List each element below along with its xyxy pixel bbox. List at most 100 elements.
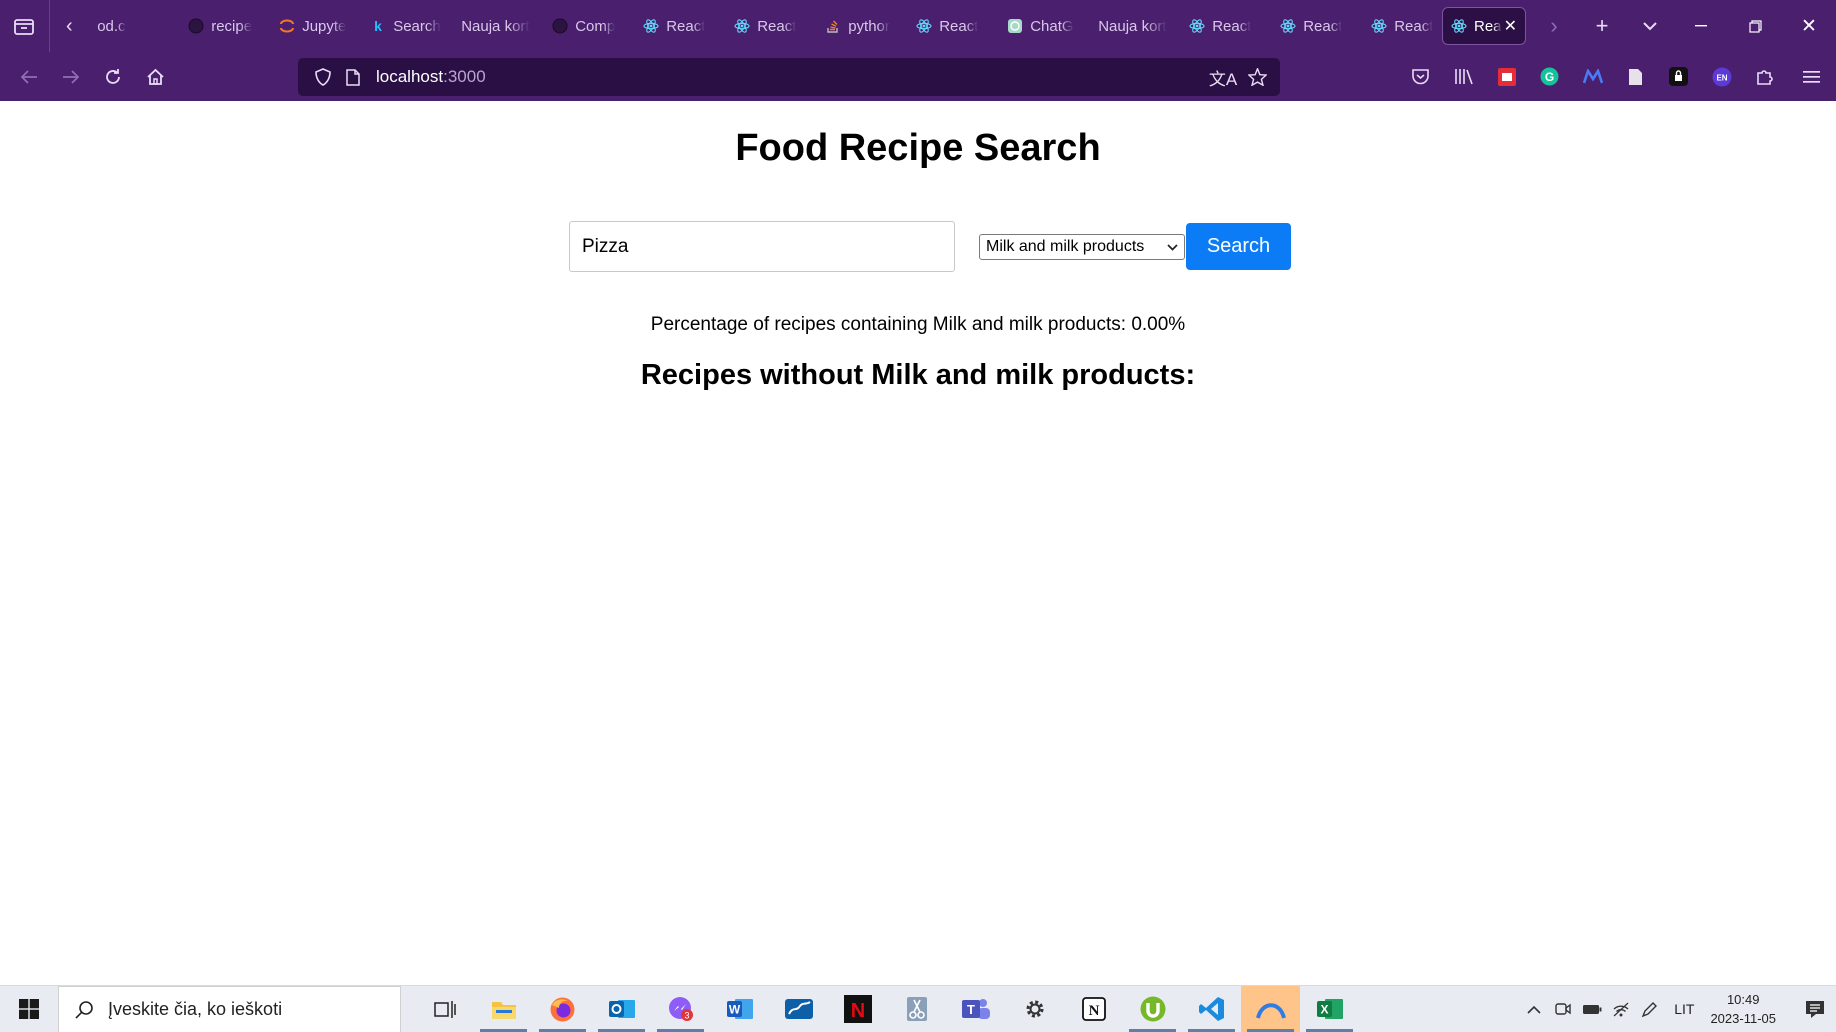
battery-icon[interactable] <box>1577 1004 1606 1015</box>
extension-button[interactable] <box>1614 57 1657 97</box>
scroll-tabs-left-button[interactable]: ‹ <box>50 0 90 52</box>
translate-icon[interactable]: 文A <box>1206 65 1240 90</box>
tab-label: React <box>666 17 706 35</box>
wifi-icon[interactable] <box>1606 1002 1635 1017</box>
extension-button[interactable] <box>1571 57 1614 97</box>
pocket-button[interactable] <box>1399 57 1442 97</box>
taskbar-settings[interactable] <box>1005 986 1064 1032</box>
tab-label: React <box>939 17 979 35</box>
selected-category: Milk and milk products <box>986 238 1145 255</box>
arrow-right-icon <box>63 69 80 84</box>
tab[interactable]: od.c <box>89 7 180 45</box>
taskbar-firefox[interactable] <box>533 986 592 1032</box>
extension-button[interactable]: EN <box>1700 57 1743 97</box>
clock-date: 2023-11-05 <box>1710 1011 1776 1026</box>
browser-tab-strip: ‹ od.c recipe Jupyte k Search Nauja kort Comp R… <box>0 0 1836 52</box>
restore-window-button[interactable] <box>1728 0 1782 52</box>
recipe-search-input[interactable] <box>569 221 955 272</box>
tab-label: React <box>757 17 797 35</box>
tracking-protection-icon[interactable] <box>308 68 338 86</box>
tab[interactable]: Jupyte <box>271 7 362 45</box>
svg-text:T: T <box>967 1002 975 1017</box>
svg-text:N: N <box>1088 1003 1099 1019</box>
taskbar-utorrent[interactable] <box>1123 986 1182 1032</box>
taskbar-messenger[interactable]: 3 <box>651 986 710 1032</box>
taskbar-vscode[interactable] <box>1182 986 1241 1032</box>
extensions-button[interactable] <box>1743 57 1786 97</box>
k-icon: k <box>370 18 386 34</box>
tab-active[interactable]: Rea ✕ <box>1442 7 1526 45</box>
folder-icon <box>491 1001 516 1019</box>
meet-now-icon[interactable] <box>1548 1002 1577 1016</box>
forward-button[interactable] <box>50 57 92 97</box>
svg-text:EN: EN <box>1716 73 1727 82</box>
tab[interactable]: React <box>1363 7 1442 45</box>
bookmark-star-icon[interactable] <box>1240 68 1274 86</box>
taskbar-snipping-tool[interactable] <box>887 986 946 1032</box>
app-menu-button[interactable] <box>1786 57 1836 97</box>
github-icon <box>188 18 204 34</box>
taskbar-search-box[interactable]: Įveskite čia, ko ieškoti <box>58 985 401 1032</box>
close-tab-icon[interactable]: ✕ <box>1504 16 1517 36</box>
taskbar-excel[interactable]: X <box>1300 986 1359 1032</box>
taskbar-netflix[interactable]: N <box>828 986 887 1032</box>
notification-center-button[interactable] <box>1794 1000 1836 1019</box>
tab[interactable]: recipe <box>180 7 271 45</box>
taskbar-outlook[interactable] <box>592 986 651 1032</box>
pocket-icon <box>1412 69 1429 85</box>
arc-icon <box>1255 1003 1286 1019</box>
react-icon <box>916 18 932 34</box>
tab-label: Search <box>393 17 441 35</box>
list-all-tabs-button[interactable] <box>0 0 50 52</box>
tab[interactable]: React <box>1181 7 1272 45</box>
home-button[interactable] <box>134 57 176 97</box>
grammarly-icon: G <box>1540 67 1559 86</box>
close-window-button[interactable]: ✕ <box>1782 0 1836 52</box>
word-icon: W <box>726 999 753 1019</box>
scroll-tabs-right-button[interactable]: › <box>1530 0 1578 52</box>
taskbar-arc-app[interactable] <box>1241 985 1300 1032</box>
lock-extension-icon <box>1669 67 1688 86</box>
input-language-indicator[interactable]: LIT <box>1674 1001 1694 1017</box>
tab[interactable]: React <box>726 7 817 45</box>
taskbar-whiteboard[interactable] <box>769 986 828 1032</box>
taskbar-word[interactable]: W <box>710 986 769 1032</box>
tab[interactable]: ChatG <box>999 7 1090 45</box>
taskbar-file-explorer[interactable] <box>474 986 533 1032</box>
tab[interactable]: pythor <box>817 7 908 45</box>
tab[interactable]: Comp <box>544 7 635 45</box>
extension-button[interactable] <box>1657 57 1700 97</box>
task-view-button[interactable] <box>415 986 474 1032</box>
extension-button[interactable] <box>1485 57 1528 97</box>
pen-icon[interactable] <box>1635 1001 1664 1018</box>
start-button[interactable] <box>0 986 58 1032</box>
tab-list-dropdown-button[interactable] <box>1626 0 1674 52</box>
tab-list: od.c recipe Jupyte k Search Nauja kort Comp Rea… <box>89 0 1442 52</box>
minimize-window-button[interactable] <box>1674 0 1728 52</box>
category-select[interactable]: Milk and milk products <box>979 234 1185 260</box>
tab[interactable]: React <box>1272 7 1363 45</box>
tab[interactable]: Nauja kort <box>1090 7 1181 45</box>
taskbar-teams[interactable]: T <box>946 986 1005 1032</box>
search-button[interactable]: Search <box>1186 223 1291 270</box>
taskbar-clock[interactable]: 10:49 2023-11-05 <box>1710 990 1776 1028</box>
address-bar[interactable]: localhost:3000 文A <box>298 58 1280 96</box>
library-button[interactable] <box>1442 57 1485 97</box>
taskbar-notion[interactable]: N <box>1064 986 1123 1032</box>
search-icon <box>75 1000 93 1019</box>
netflix-icon: N <box>843 995 872 1023</box>
system-tray: LIT 10:49 2023-11-05 <box>1519 986 1836 1032</box>
tab[interactable]: Nauja kort <box>453 7 544 45</box>
show-hidden-icons-chevron-up-icon[interactable] <box>1519 1005 1548 1014</box>
reload-button[interactable] <box>92 57 134 97</box>
tab[interactable]: React <box>635 7 726 45</box>
page-info-icon[interactable] <box>338 68 368 86</box>
windows-logo-icon <box>19 999 39 1019</box>
tab[interactable]: React <box>908 7 999 45</box>
back-button[interactable] <box>8 57 50 97</box>
extension-button[interactable]: G <box>1528 57 1571 97</box>
outlook-icon <box>608 1000 635 1018</box>
new-tab-button[interactable]: + <box>1578 0 1626 52</box>
tab[interactable]: k Search <box>362 7 453 45</box>
svg-text:W: W <box>728 1003 740 1017</box>
